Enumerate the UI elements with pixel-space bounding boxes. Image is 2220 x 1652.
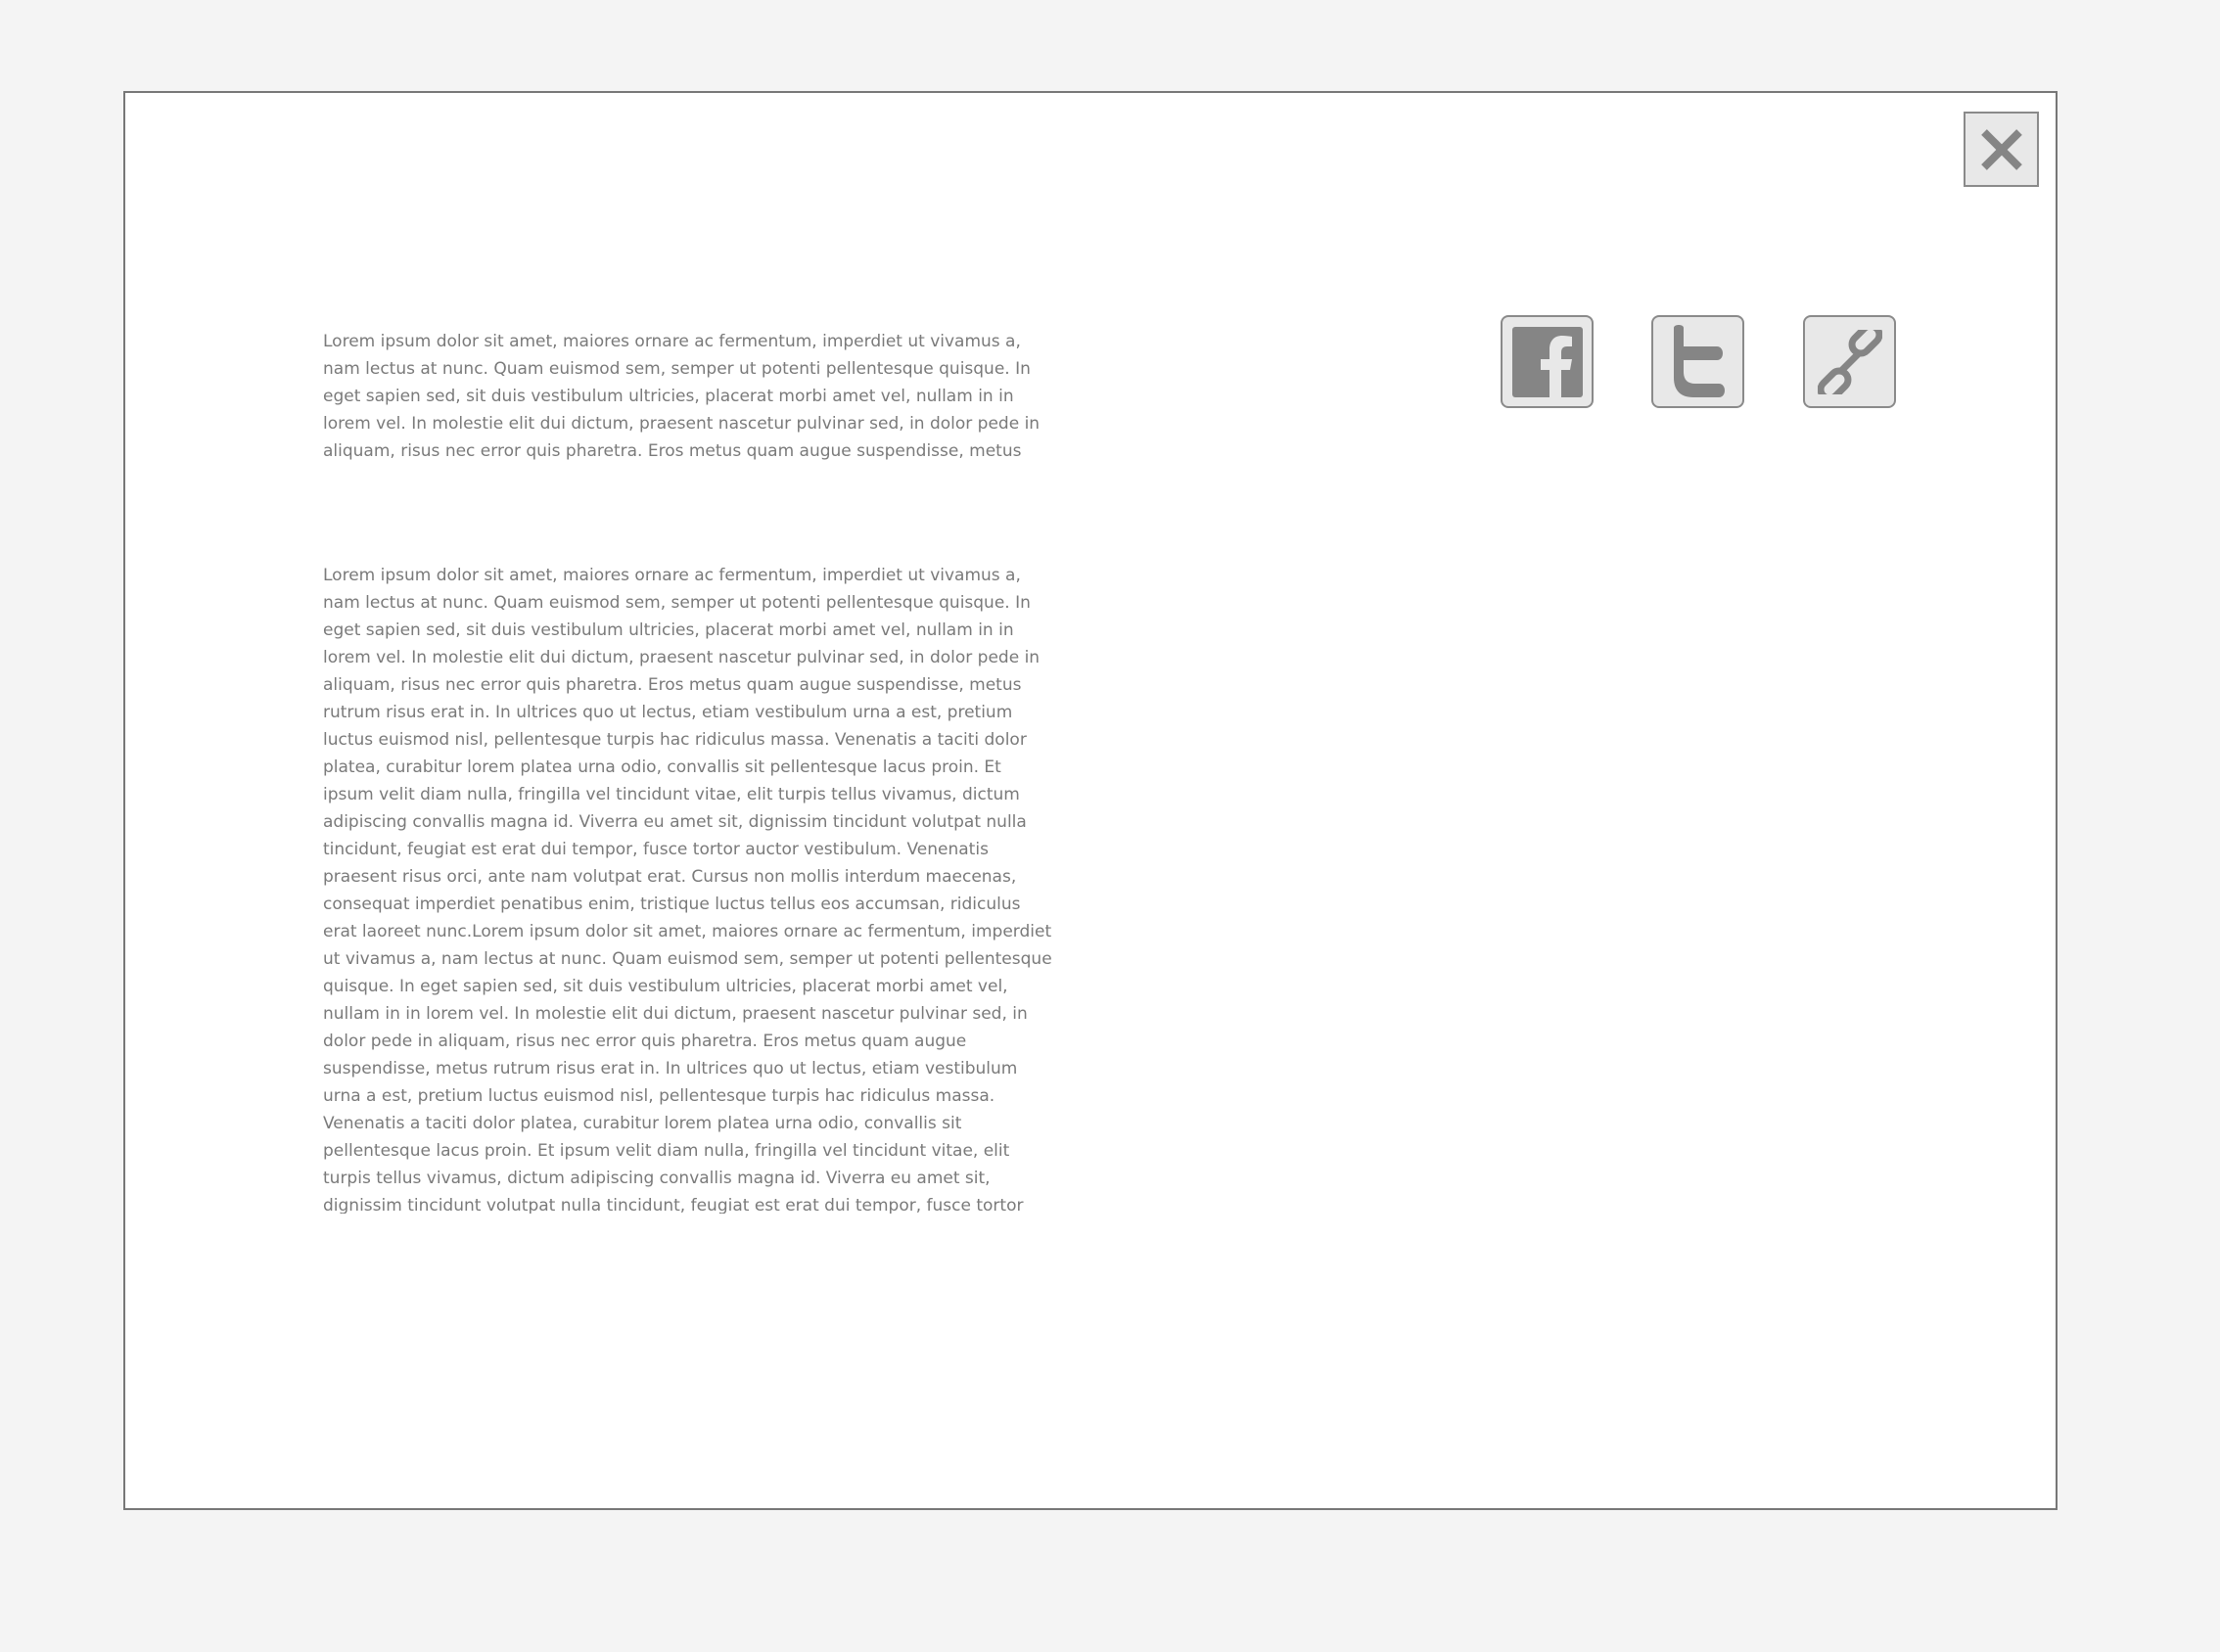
facebook-icon — [1511, 326, 1583, 397]
share-twitter-button[interactable] — [1651, 315, 1744, 408]
body-paragraph: Lorem ipsum dolor sit amet, maiores orna… — [323, 566, 1052, 1214]
share-facebook-button[interactable] — [1501, 315, 1594, 408]
close-icon — [1980, 128, 2022, 170]
link-icon — [1817, 329, 1882, 394]
close-button[interactable] — [1964, 112, 2039, 187]
intro-paragraph: Lorem ipsum dolor sit amet, maiores orna… — [323, 332, 1041, 461]
share-link-button[interactable] — [1803, 315, 1896, 408]
twitter-icon — [1673, 324, 1725, 397]
